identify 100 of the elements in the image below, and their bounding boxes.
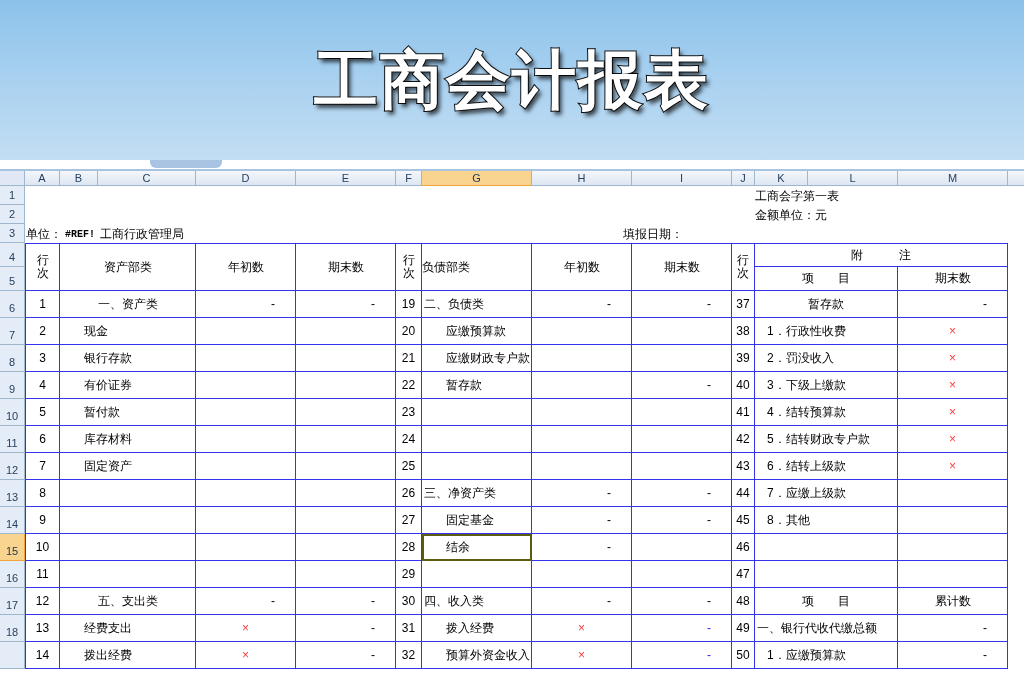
table-cell: 库存材料 — [60, 426, 196, 453]
table-header: 期末数 — [632, 244, 732, 291]
report-date: 填报日期： — [623, 226, 683, 243]
table-cell: 有价证券 — [60, 372, 196, 399]
row-header[interactable]: 10 — [0, 399, 25, 426]
table-cell: 45 — [732, 507, 755, 534]
column-header[interactable]: A — [25, 171, 60, 186]
table-cell: 三、净资产类 — [422, 480, 532, 507]
table-cell: 3 — [25, 345, 60, 372]
table-cell: - — [296, 615, 396, 642]
table-cell: 24 — [396, 426, 422, 453]
table-cell: × — [898, 345, 1008, 372]
column-header[interactable]: H — [532, 171, 632, 186]
table-cell: 43 — [732, 453, 755, 480]
table-cell: × — [532, 615, 632, 642]
row-header[interactable]: 5 — [0, 267, 25, 291]
row-header[interactable]: 2 — [0, 205, 25, 224]
row-header[interactable]: 4 — [0, 243, 25, 267]
table-cell: 12 — [25, 588, 60, 615]
column-header[interactable]: J — [732, 171, 755, 186]
table-header: 附 注 — [755, 244, 1008, 267]
table-cell: - — [296, 291, 396, 318]
row-header[interactable]: 8 — [0, 345, 25, 372]
column-header[interactable]: E — [296, 171, 396, 186]
column-header[interactable]: F — [396, 171, 422, 186]
table-cell: 4 — [25, 372, 60, 399]
row-header[interactable]: 6 — [0, 291, 25, 318]
table-cell: 9 — [25, 507, 60, 534]
table-cell: 7．应缴上级款 — [755, 480, 898, 507]
table-header: 项 目 — [755, 266, 898, 291]
row-header[interactable]: 13 — [0, 480, 25, 507]
row-header[interactable]: 15 — [0, 534, 25, 561]
table-cell: × — [898, 372, 1008, 399]
table-cell: × — [532, 642, 632, 669]
column-header[interactable]: L — [808, 171, 898, 186]
table-header: 期末数 — [898, 266, 1008, 291]
table-cell: - — [632, 291, 732, 318]
table-cell: - — [632, 642, 732, 669]
column-header[interactable]: C — [98, 171, 196, 186]
table-cell: - — [632, 372, 732, 399]
table-cell: 银行存款 — [60, 345, 196, 372]
table-cell: 五、支出类 — [60, 588, 196, 615]
table-cell: 暂付款 — [60, 399, 196, 426]
row-header[interactable]: 14 — [0, 507, 25, 534]
table-cell: 50 — [732, 642, 755, 669]
table-cell: 固定资产 — [60, 453, 196, 480]
row-header[interactable]: 11 — [0, 426, 25, 453]
table-cell: 累计数 — [898, 588, 1008, 615]
table-cell: - — [532, 534, 632, 561]
column-header[interactable]: M — [898, 171, 1008, 186]
table-cell: 5．结转财政专户款 — [755, 426, 898, 453]
column-header[interactable]: K — [755, 171, 808, 186]
table-header: 负债部类 — [422, 244, 532, 291]
row-header[interactable] — [0, 642, 25, 669]
table-cell: 46 — [732, 534, 755, 561]
select-all-corner[interactable] — [0, 171, 25, 186]
column-header[interactable] — [1008, 171, 1024, 186]
table-cell: × — [898, 453, 1008, 480]
table-cell: 拨出经费 — [60, 642, 196, 669]
column-header[interactable]: G — [422, 171, 532, 186]
table-cell: 二、负债类 — [422, 291, 532, 318]
table-cell: 37 — [732, 291, 755, 318]
row-header[interactable]: 1 — [0, 186, 25, 205]
column-header[interactable]: B — [60, 171, 98, 186]
unit-name: 工商行政管理局 — [100, 226, 184, 243]
row-header[interactable]: 18 — [0, 615, 25, 642]
row-header[interactable]: 9 — [0, 372, 25, 399]
row-header[interactable]: 12 — [0, 453, 25, 480]
row-header[interactable]: 16 — [0, 561, 25, 588]
table-cell: 27 — [396, 507, 422, 534]
table-cell: - — [296, 642, 396, 669]
row-header[interactable]: 3 — [0, 224, 25, 243]
table-cell: 39 — [732, 345, 755, 372]
table-cell: 现金 — [60, 318, 196, 345]
table-cell: 48 — [732, 588, 755, 615]
table-cell: × — [898, 399, 1008, 426]
row-header[interactable]: 7 — [0, 318, 25, 345]
table-cell: - — [632, 507, 732, 534]
table-cell: - — [532, 480, 632, 507]
table-cell: 预算外资金收入 — [422, 642, 532, 669]
table-cell: 6 — [25, 426, 60, 453]
table-cell: 32 — [396, 642, 422, 669]
column-header[interactable]: I — [632, 171, 732, 186]
table-cell: 23 — [396, 399, 422, 426]
table-cell: 38 — [732, 318, 755, 345]
table-cell: 项 目 — [755, 588, 898, 615]
row-header[interactable]: 17 — [0, 588, 25, 615]
table-cell: - — [532, 588, 632, 615]
table-cell: × — [196, 642, 296, 669]
column-header[interactable]: D — [196, 171, 296, 186]
table-cell: - — [632, 480, 732, 507]
table-cell: 7 — [25, 453, 60, 480]
dropdown-button[interactable] — [150, 160, 222, 168]
table-header: 行次 — [25, 244, 60, 291]
table-cell: 拨入经费 — [422, 615, 532, 642]
table-cell: - — [196, 291, 296, 318]
table-header: 资产部类 — [60, 244, 196, 291]
table-cell: 一、资产类 — [60, 291, 196, 318]
table-cell: 8 — [25, 480, 60, 507]
table-cell: 41 — [732, 399, 755, 426]
